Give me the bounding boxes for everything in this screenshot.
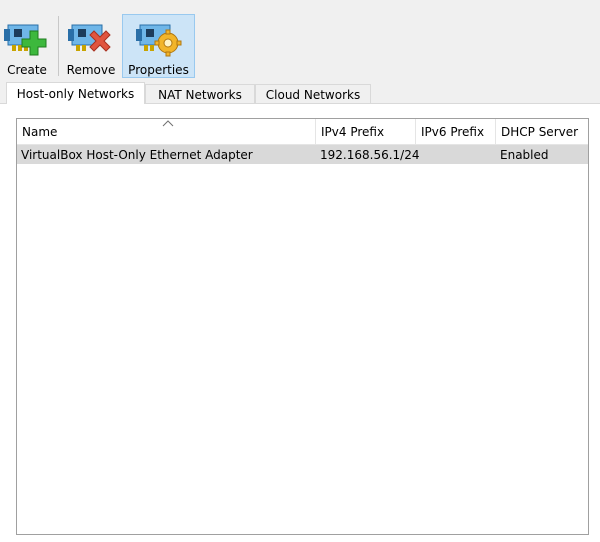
properties-button[interactable]: Properties (122, 14, 195, 78)
column-header-ipv4-prefix[interactable]: IPv4 Prefix (316, 119, 416, 145)
host-network-table[interactable]: Name IPv4 Prefix IPv6 Prefix DHCP Server… (16, 118, 589, 535)
tab-nat-networks[interactable]: NAT Networks (145, 84, 255, 104)
tab-panel: Name IPv4 Prefix IPv6 Prefix DHCP Server… (0, 103, 600, 542)
network-tabs: Host-only Networks NAT Networks Cloud Ne… (0, 82, 600, 104)
tab-cloud-networks[interactable]: Cloud Networks (255, 84, 371, 104)
tab-host-only-networks[interactable]: Host-only Networks (6, 82, 145, 104)
properties-label: Properties (128, 63, 189, 77)
column-header-dhcp-server[interactable]: DHCP Server (496, 119, 589, 145)
cell-ipv6-prefix (416, 145, 496, 164)
network-card-remove-icon (68, 24, 111, 52)
network-card-add-icon (4, 24, 47, 56)
remove-label: Remove (66, 63, 116, 77)
remove-button[interactable]: Remove (64, 14, 118, 78)
column-header-ipv6-prefix[interactable]: IPv6 Prefix (416, 119, 496, 145)
toolbar-separator (58, 16, 59, 76)
table-row[interactable]: VirtualBox Host-Only Ethernet Adapter 19… (17, 145, 588, 164)
table-header: Name IPv4 Prefix IPv6 Prefix DHCP Server (17, 119, 588, 145)
cell-ipv4-prefix: 192.168.56.1/24 (320, 147, 420, 162)
create-label: Create (7, 63, 47, 77)
cell-name: VirtualBox Host-Only Ethernet Adapter (21, 147, 253, 162)
cell-dhcp-server: Enabled (500, 147, 549, 162)
toolbar: Create Remove Properties (0, 0, 600, 82)
network-card-properties-icon (135, 24, 181, 57)
column-header-name[interactable]: Name (17, 119, 316, 145)
create-button[interactable]: Create (2, 14, 52, 78)
